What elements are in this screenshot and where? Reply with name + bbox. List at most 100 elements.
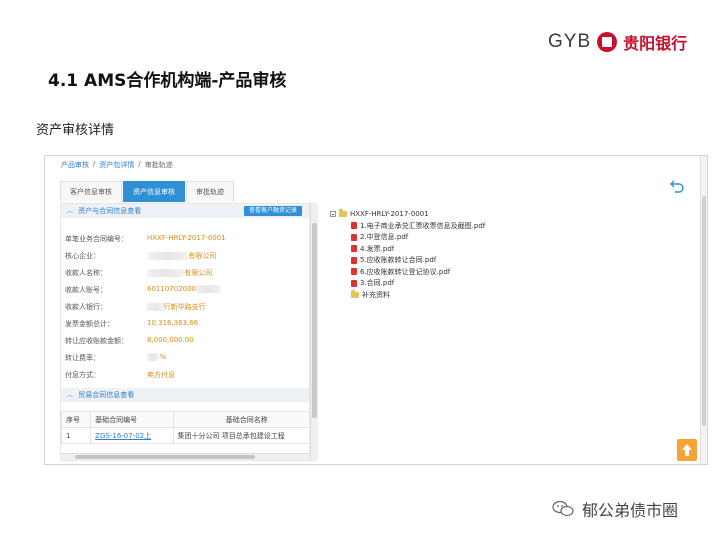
- redacted-mask: xxx: [147, 353, 160, 361]
- view-financing-record-button[interactable]: 查看客户融资记录: [243, 206, 302, 216]
- chevron-up-icon: ︿: [67, 392, 74, 399]
- folder-icon: [339, 209, 347, 217]
- tree-folder-item[interactable]: 补充资料: [330, 289, 485, 301]
- tree-file-item[interactable]: 3.合同.pdf: [330, 278, 485, 290]
- asset-detail-panel: ︿ 资产与合同信息查看 查看客户融资记录 单笔业务合同编号： HXXF-HRLY…: [60, 203, 310, 461]
- column-header-contract-code: 基础合同编号: [90, 411, 174, 428]
- redacted-mask: xxxxxxxxx: [147, 269, 185, 277]
- contract-code-link[interactable]: ZGS-16-07-02上: [95, 432, 151, 440]
- asset-contract-section-header[interactable]: ︿ 资产与合同信息查看 查看客户融资记录: [61, 204, 309, 218]
- brand-latin-name: GYB: [548, 31, 592, 52]
- field-invoice-total: 发票金额总计： 10,316,363.66: [65, 319, 198, 329]
- breadcrumb-item[interactable]: 资产包详情: [99, 160, 134, 170]
- breadcrumb-item[interactable]: 产品审核: [61, 160, 89, 170]
- field-label: 付息方式：: [65, 371, 100, 379]
- field-payee-account: 收款人账号： 60110702000xxxxxx: [65, 285, 221, 295]
- cell-contract-name: 集团十分公司 项目总承包建设工程: [172, 427, 309, 444]
- watermark-text: 郁公弟债市圈: [582, 501, 679, 520]
- file-label: 6.应收账款转让登记协议.pdf: [360, 267, 451, 276]
- table-header-row: 序号 基础合同编号 基础合同名称: [61, 411, 309, 428]
- tree-file-item[interactable]: 6.应收账款转让登记协议.pdf: [330, 266, 485, 278]
- field-label: 收款人账号：: [65, 286, 107, 294]
- tree-file-item[interactable]: 5.应收账款转让合同.pdf: [330, 255, 485, 267]
- table-row: 1 ZGS-16-07-02上 集团十分公司 项目总承包建设工程: [61, 427, 309, 444]
- field-transfer-amount: 转让应收账款金额： 8,000,000.00: [65, 336, 194, 346]
- brand-logo-group: GYB 贵阳银行: [548, 30, 687, 54]
- trade-contract-table: 序号 基础合同编号 基础合同名称 1 ZGS-16-07-02上 集团十分公司 …: [61, 411, 309, 444]
- back-arrow-icon[interactable]: [669, 178, 685, 194]
- tab-asset-info[interactable]: 资产信息审核: [123, 181, 185, 202]
- field-interest-method: 付息方式： 卖方付息: [65, 370, 175, 380]
- chevron-up-icon: ︿: [67, 208, 74, 215]
- watermark: 郁公弟债市圈: [552, 497, 678, 521]
- field-label: 收款人银行：: [65, 303, 107, 311]
- folder-icon: [351, 289, 359, 298]
- tree-root-label: HXXF-HRLY-2017-0001: [350, 210, 429, 218]
- folder-label: 补充资料: [362, 290, 390, 299]
- field-value: 有限公司: [188, 252, 217, 260]
- field-value: 有限公司: [184, 269, 213, 277]
- pdf-file-icon: [351, 256, 357, 264]
- field-value: 卖方付息: [147, 371, 175, 379]
- scrollbar-thumb[interactable]: [75, 455, 255, 459]
- redacted-mask: xxxxxxxxxx: [147, 252, 189, 260]
- section-title: 资产与合同信息查看: [78, 207, 142, 215]
- field-value: 行新华路支行: [163, 303, 206, 311]
- tab-customer-info[interactable]: 客户信息审核: [60, 181, 122, 202]
- field-label: 转让应收账款金额：: [65, 337, 128, 345]
- field-payee-bank: 收款人银行： xxxx行新华路支行: [65, 302, 206, 312]
- field-value: HXXF-HRLY-2017-0001: [147, 234, 226, 242]
- pdf-file-icon: [351, 222, 357, 230]
- column-header-contract-name: 基础合同名称: [172, 411, 309, 428]
- pdf-file-icon: [351, 279, 357, 287]
- breadcrumb-separator: /: [93, 160, 96, 168]
- slide-subtitle: 资产审核详情: [36, 123, 115, 138]
- breadcrumb-separator: /: [138, 160, 141, 168]
- field-label: 收款人名称：: [65, 269, 107, 277]
- pdf-file-icon: [351, 268, 357, 276]
- breadcrumb: 产品审核 / 资产包详情 / 审批轨迹: [61, 160, 173, 170]
- field-value: %: [159, 353, 167, 361]
- file-label: 2.中登信息.pdf: [360, 233, 409, 242]
- horizontal-scrollbar[interactable]: [61, 453, 309, 460]
- field-core-enterprise: 核心企业： xxxxxxxxxx有限公司: [65, 251, 216, 261]
- bank-logo-icon: [597, 32, 618, 52]
- file-label: 3.合同.pdf: [360, 279, 395, 288]
- field-payee-name: 收款人名称： xxxxxxxxx有限公司: [65, 268, 212, 278]
- tab-bar: 客户信息审核 资产信息审核 审批轨迹: [60, 181, 235, 202]
- tree-root-node[interactable]: HXXF-HRLY-2017-0001: [330, 208, 485, 220]
- breadcrumb-item: 审批轨迹: [144, 161, 173, 169]
- file-label: 1.电子商业承兑汇票收票信息及截图.pdf: [360, 221, 486, 230]
- tree-file-item[interactable]: 2.中登信息.pdf: [330, 232, 485, 244]
- cell-contract-code: ZGS-16-07-02上: [90, 427, 174, 444]
- field-value: 8,000,000.00: [147, 336, 194, 344]
- scrollbar-thumb[interactable]: [702, 196, 706, 426]
- panel-splitter-scrollbar[interactable]: [310, 203, 318, 461]
- pdf-file-icon: [351, 245, 357, 253]
- scrollbar-thumb[interactable]: [312, 223, 317, 418]
- field-value: 60110702000: [147, 285, 196, 293]
- field-label: 单笔业务合同编号：: [65, 235, 128, 243]
- section-title: 贸易合同信息查看: [78, 391, 135, 399]
- tab-approval-trail[interactable]: 审批轨迹: [186, 181, 234, 202]
- tree-file-item[interactable]: 4.发票.pdf: [330, 243, 485, 255]
- app-screenshot-frame: 产品审核 / 资产包详情 / 审批轨迹 客户信息审核 资产信息审核 审批轨迹 ︿…: [44, 155, 708, 465]
- field-label: 转让费率：: [65, 354, 100, 362]
- collapse-icon[interactable]: [330, 211, 336, 217]
- field-value: 10,316,363.66: [147, 319, 199, 327]
- field-contract-no: 单笔业务合同编号： HXXF-HRLY-2017-0001: [65, 234, 226, 244]
- back-to-top-button[interactable]: [677, 439, 697, 461]
- trade-contract-section-header[interactable]: ︿ 贸易合同信息查看: [61, 388, 309, 402]
- page-vertical-scrollbar[interactable]: [700, 156, 707, 464]
- file-label: 5.应收账款转让合同.pdf: [360, 256, 437, 265]
- redacted-mask: xxxxxx: [196, 285, 221, 293]
- slide-title: 4.1 AMS合作机构端-产品审核: [48, 71, 287, 91]
- attachment-file-tree: HXXF-HRLY-2017-0001 1.电子商业承兑汇票收票信息及截图.pd…: [330, 208, 485, 301]
- field-label: 发票金额总计：: [65, 320, 114, 328]
- redacted-mask: xxxx: [147, 303, 164, 311]
- pdf-file-icon: [351, 233, 357, 241]
- cell-no: 1: [61, 427, 92, 444]
- tree-file-item[interactable]: 1.电子商业承兑汇票收票信息及截图.pdf: [330, 220, 485, 232]
- field-transfer-rate: 转让费率： xxx%: [65, 353, 166, 363]
- arrow-up-icon: [682, 444, 692, 456]
